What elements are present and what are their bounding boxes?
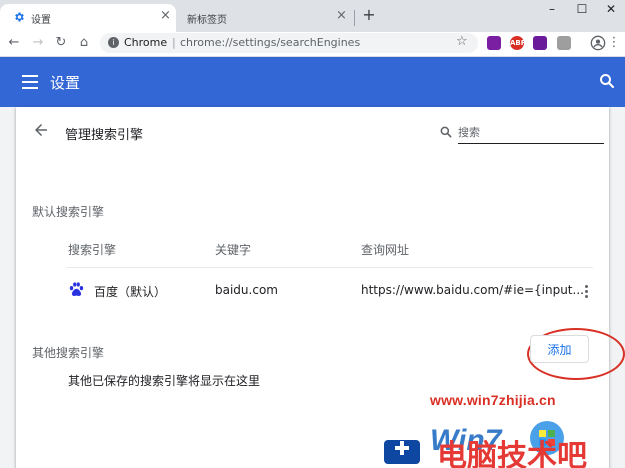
default-engines-heading: 默认搜索引擎 xyxy=(32,205,105,219)
svg-text:电脑技术吧: 电脑技术吧 xyxy=(437,439,587,468)
hamburger-menu-icon[interactable] xyxy=(22,75,38,89)
column-header-keyword: 关键字 xyxy=(215,243,252,257)
site-label: Chrome xyxy=(124,36,168,49)
column-header-url: 查询网址 xyxy=(361,243,410,257)
settings-gear-icon xyxy=(15,12,24,22)
tab-new-tab[interactable]: 新标签页 × xyxy=(176,4,354,32)
other-engines-heading: 其他搜索引擎 xyxy=(32,346,105,360)
watermark-logo: Win7 电脑技术吧 xyxy=(384,421,587,468)
maximize-icon[interactable]: ☐ xyxy=(567,2,597,22)
baidu-paw-icon xyxy=(69,282,84,297)
search-engines-input[interactable] xyxy=(458,121,604,144)
tab-label: 设置 xyxy=(31,15,51,26)
header-title: 设置 xyxy=(50,74,81,92)
profile-avatar-icon[interactable] xyxy=(590,35,606,51)
close-icon[interactable]: × xyxy=(336,8,347,23)
search-icon[interactable] xyxy=(598,72,616,90)
search-icon xyxy=(440,126,452,138)
more-menu-icon[interactable]: ⋮ xyxy=(607,34,621,52)
tab-settings[interactable]: 设置 × xyxy=(0,4,176,32)
address-bar[interactable]: i Chrome | chrome://settings/searchEngin… xyxy=(100,33,478,53)
bookmark-star-icon[interactable]: ☆ xyxy=(456,34,468,49)
adblock-plus-icon[interactable]: ABP xyxy=(510,36,526,50)
tab-divider xyxy=(354,10,355,26)
page-title: 管理搜索引擎 xyxy=(65,128,144,143)
forward-icon[interactable]: → xyxy=(29,34,47,52)
more-actions-icon[interactable] xyxy=(583,282,591,300)
url-text: chrome://settings/searchEngines xyxy=(180,36,361,49)
add-engine-button[interactable]: 添加 xyxy=(530,335,589,363)
site-info-icon[interactable]: i xyxy=(108,37,119,48)
divider xyxy=(66,267,593,268)
close-icon[interactable]: × xyxy=(160,8,171,23)
browser-toolbar: ← → ↻ ⌂ i Chrome | chrome://settings/sea… xyxy=(0,32,625,57)
tab-strip: 设置 × 新标签页 × + – ☐ ✕ xyxy=(0,0,625,32)
extension-1-icon[interactable] xyxy=(487,36,501,50)
reload-icon[interactable]: ↻ xyxy=(52,34,70,52)
column-header-engine: 搜索引擎 xyxy=(68,243,117,257)
engine-url: https://www.baidu.com/#ie={input... xyxy=(361,283,584,297)
url-separator: | xyxy=(172,36,176,49)
back-arrow-icon[interactable] xyxy=(32,121,50,139)
extension-4-icon[interactable] xyxy=(557,36,571,50)
new-tab-plus-icon[interactable]: + xyxy=(360,5,378,27)
other-engines-empty-text: 其他已保存的搜索引擎将显示在这里 xyxy=(68,374,261,388)
window-close-icon[interactable]: ✕ xyxy=(596,2,625,22)
engine-keyword: baidu.com xyxy=(215,283,278,297)
settings-header: 设置 xyxy=(0,57,625,107)
minimize-icon[interactable]: – xyxy=(537,2,567,22)
watermark-url: www.win7zhijia.cn xyxy=(430,392,556,408)
tab-label: 新标签页 xyxy=(187,15,227,26)
engine-name: 百度（默认） xyxy=(94,285,167,299)
home-icon[interactable]: ⌂ xyxy=(75,34,93,52)
extension-3-icon[interactable] xyxy=(533,36,547,50)
back-icon[interactable]: ← xyxy=(5,34,23,52)
